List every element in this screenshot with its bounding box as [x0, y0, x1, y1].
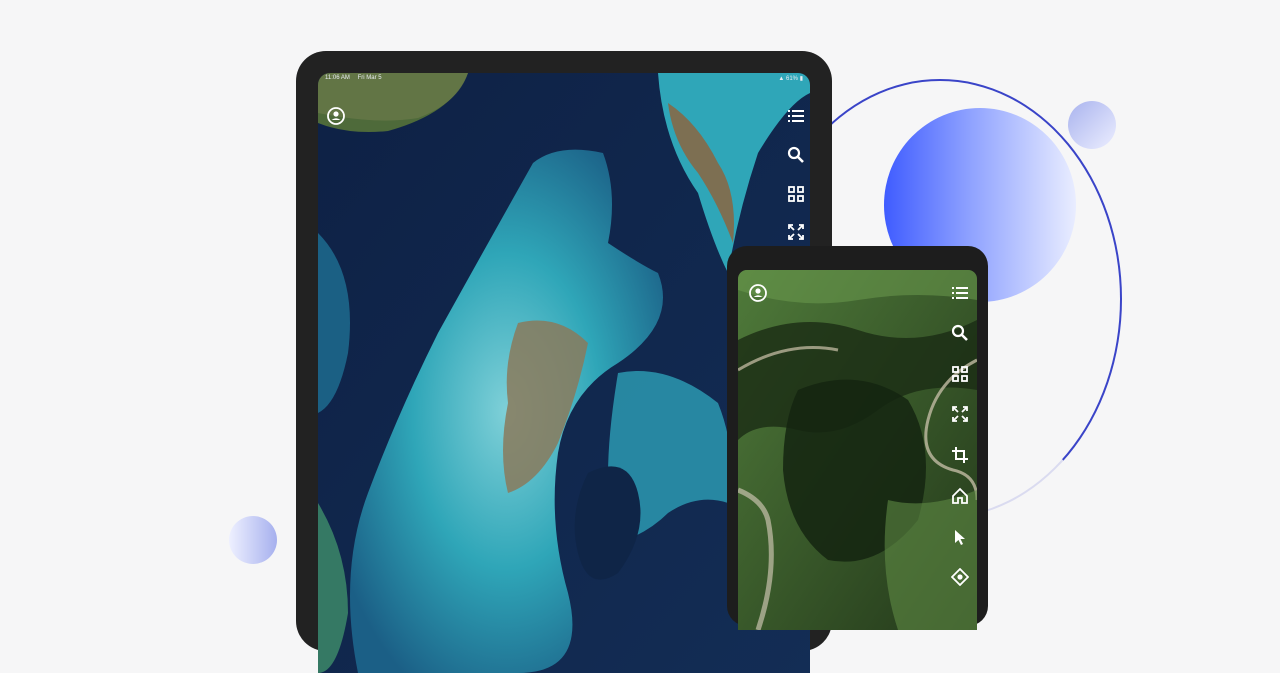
decorative-small-circle: [1068, 101, 1116, 149]
home-button[interactable]: [949, 485, 971, 507]
satellite-map-terrain: [738, 270, 977, 630]
account-button[interactable]: [747, 282, 769, 304]
fullscreen-icon: [788, 224, 804, 240]
fullscreen-button[interactable]: [949, 403, 971, 425]
status-bar: 11:06 AM Fri Mar 5 ▲ 61% ▮: [318, 75, 810, 85]
layers-button[interactable]: [949, 282, 971, 304]
phone-map-screen[interactable]: [738, 270, 977, 630]
search-icon: [951, 324, 968, 341]
grid-button[interactable]: [785, 183, 807, 205]
search-button[interactable]: [785, 144, 807, 166]
layer-list-icon: [788, 110, 804, 122]
locate-icon: [951, 568, 969, 586]
pointer-icon: [955, 530, 965, 545]
account-button[interactable]: [325, 105, 347, 127]
status-date: Fri Mar 5: [357, 75, 382, 81]
search-icon: [787, 146, 804, 163]
locate-button[interactable]: [949, 566, 971, 588]
status-time: 11:06 AM: [325, 75, 350, 81]
home-icon: [952, 487, 968, 504]
wifi-icon: ▲: [778, 76, 785, 82]
fullscreen-button[interactable]: [785, 221, 807, 243]
pointer-button[interactable]: [949, 526, 971, 548]
account-icon: [327, 107, 345, 125]
status-battery: 61%: [786, 76, 799, 82]
crop-icon: [952, 447, 968, 463]
grid-button[interactable]: [949, 363, 971, 385]
search-button[interactable]: [949, 322, 971, 344]
layers-button[interactable]: [785, 105, 807, 127]
grid-icon: [952, 366, 968, 382]
account-icon: [749, 284, 767, 302]
layer-list-icon: [952, 287, 968, 299]
battery-icon: ▮: [799, 76, 803, 82]
phone-device: [727, 246, 988, 630]
crop-button[interactable]: [949, 444, 971, 466]
grid-icon: [788, 186, 804, 202]
fullscreen-icon: [952, 406, 968, 422]
decorative-left-circle: [229, 516, 277, 564]
